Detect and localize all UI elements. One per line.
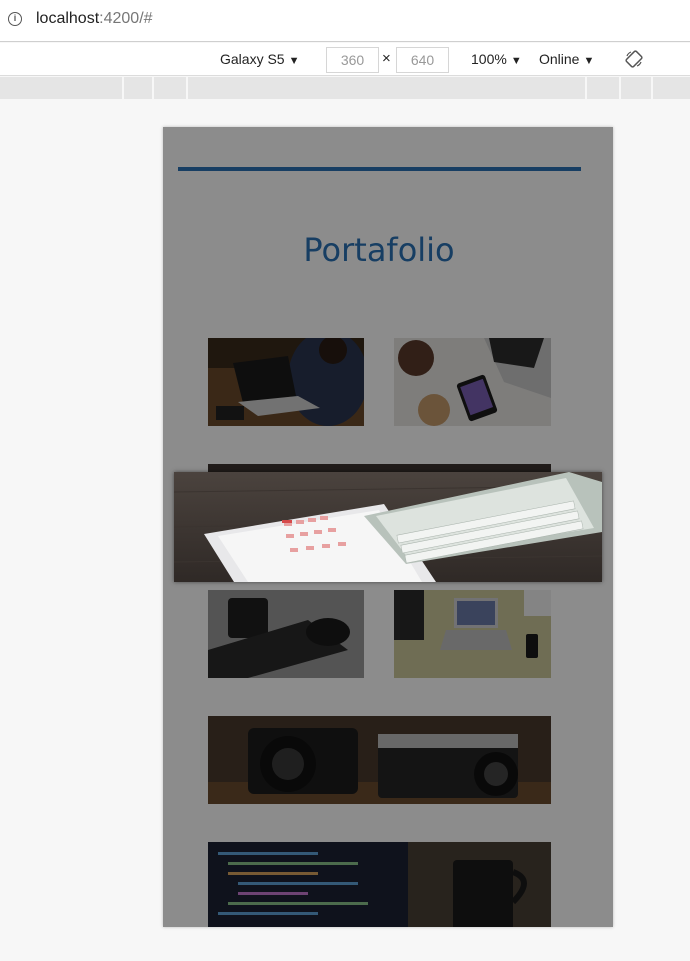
expanded-image-keyboard-ipad[interactable] (174, 472, 602, 582)
device-toolbar: Galaxy S5 ▼ 360 × 640 100% ▼ Online ▼ (0, 43, 690, 76)
info-icon[interactable]: i (8, 12, 22, 26)
device-select[interactable]: Galaxy S5 ▼ (220, 51, 299, 67)
url-host: localhost (36, 10, 100, 27)
url-text[interactable]: localhost:4200/# (36, 10, 153, 28)
device-label: Galaxy S5 (220, 51, 285, 67)
chevron-down-icon: ▼ (583, 55, 595, 67)
chevron-down-icon: ▼ (510, 55, 522, 67)
chevron-down-icon: ▼ (288, 55, 300, 67)
address-bar[interactable]: i localhost:4200/# (0, 0, 690, 42)
rotate-icon[interactable] (625, 50, 643, 68)
zoom-select[interactable]: 100% ▼ (471, 51, 522, 67)
height-input[interactable]: 640 (396, 47, 449, 73)
network-select[interactable]: Online ▼ (539, 51, 594, 67)
media-query-ruler[interactable] (0, 77, 690, 99)
url-rest: :4200/# (99, 10, 153, 27)
zoom-label: 100% (471, 51, 507, 67)
width-input[interactable]: 360 (326, 47, 379, 73)
dimension-separator: × (382, 50, 391, 67)
network-label: Online (539, 51, 580, 67)
